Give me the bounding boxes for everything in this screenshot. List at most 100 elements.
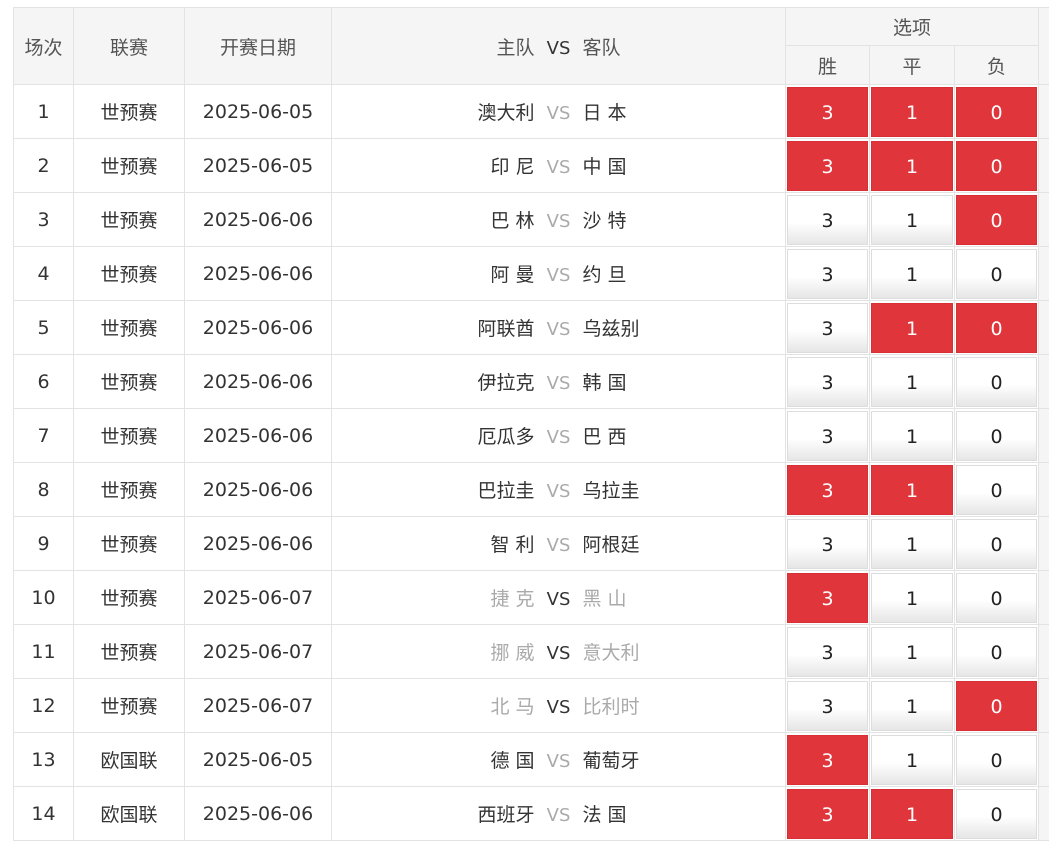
option-lose-cell: 0 [953,462,1040,517]
option-win-button[interactable]: 3 [787,788,868,839]
row-spacer [1038,84,1049,139]
match-date: 2025-06-06 [184,192,332,247]
row-spacer [1038,138,1049,193]
option-draw-button[interactable]: 1 [871,734,953,785]
table-row: 6 世预赛 2025-06-06 伊拉克 VS 韩 国 310 [13,354,1049,409]
option-draw-cell: 1 [869,678,955,733]
header-spacer [1038,7,1049,85]
option-lose-button[interactable]: 0 [956,464,1038,515]
option-lose-button[interactable]: 0 [956,410,1038,461]
match-index: 5 [13,300,74,355]
option-draw-button[interactable]: 1 [871,194,953,245]
league-name: 世预赛 [73,570,185,625]
option-win-button[interactable]: 3 [787,572,868,623]
row-spacer [1038,570,1049,625]
option-win-button[interactable]: 3 [787,734,868,785]
home-team: 西班牙 [477,804,535,826]
option-draw-cell: 1 [869,462,955,517]
match-date: 2025-06-06 [184,354,332,409]
option-lose-button[interactable]: 0 [956,194,1038,245]
match-teams: 印 尼 VS 中 国 [331,138,786,193]
option-draw-button[interactable]: 1 [871,248,953,299]
header-draw: 平 [869,45,955,85]
option-win-button[interactable]: 3 [787,302,868,353]
option-lose-button[interactable]: 0 [956,356,1038,407]
option-draw-button[interactable]: 1 [871,86,953,137]
option-lose-button[interactable]: 0 [956,518,1038,569]
table-row: 5 世预赛 2025-06-06 阿联酋 VS 乌兹别 3 1 0 [13,300,1049,355]
row-spacer [1038,300,1049,355]
table-row: 1 世预赛 2025-06-05 澳大利 VS 日 本310 [13,84,1049,139]
option-win-button[interactable]: 3 [787,248,868,299]
match-teams: 澳大利 VS 日 本 [331,84,786,139]
table-row: 7 世预赛 2025-06-06 厄瓜多 VS 巴 西 310 [13,408,1049,463]
match-index: 11 [13,624,74,679]
option-draw-cell: 1 [869,516,955,571]
league-name: 世预赛 [73,246,185,301]
table-row: 9 世预赛 2025-06-06 智 利 VS 阿根廷 3 1 0 [13,516,1049,571]
option-win-button[interactable]: 3 [787,140,868,191]
league-name: 世预赛 [73,408,185,463]
option-draw-button[interactable]: 1 [871,464,953,515]
option-lose-button[interactable]: 0 [956,86,1038,137]
option-win-button[interactable]: 3 [787,86,868,137]
option-win-button[interactable]: 3 [787,680,868,731]
match-index: 14 [13,786,74,841]
option-lose-cell: 0 [953,354,1040,409]
home-team: 澳大利 [477,102,535,124]
match-table: 场次 联赛 开赛日期 主队 VS 客队 选项 胜 平 负 1 世预赛 2025-06-0… [13,7,1049,841]
home-team: 挪 威 [490,642,535,664]
match-index: 1 [13,84,74,139]
option-win-button[interactable]: 3 [787,194,868,245]
home-team: 智 利 [490,534,535,556]
option-draw-button[interactable]: 1 [871,572,953,623]
option-draw-button[interactable]: 1 [871,410,953,461]
option-win-button[interactable]: 3 [787,626,868,677]
option-lose-button[interactable]: 0 [956,140,1038,191]
option-lose-button[interactable]: 0 [956,626,1038,677]
option-draw-button[interactable]: 1 [871,788,953,839]
league-name: 欧国联 [73,732,185,787]
option-win-button[interactable]: 3 [787,356,868,407]
match-date: 2025-06-07 [184,570,332,625]
header-date: 开赛日期 [184,7,332,85]
header-vs: VS [546,37,571,59]
home-team: 巴拉圭 [477,480,535,502]
option-draw-button[interactable]: 1 [871,140,953,191]
match-teams: 厄瓜多 VS 巴 西 [331,408,786,463]
option-lose-cell: 0 [953,732,1040,787]
match-date: 2025-06-05 [184,138,332,193]
option-win-cell: 3 [785,624,870,679]
match-teams: 智 利 VS 阿根廷 [331,516,786,571]
home-team: 印 尼 [490,156,535,178]
home-team: 捷 克 [490,588,535,610]
option-lose-button[interactable]: 0 [956,572,1038,623]
option-lose-cell: 0 [953,138,1040,193]
option-lose-button[interactable]: 0 [956,788,1038,839]
option-draw-button[interactable]: 1 [871,302,953,353]
option-win-button[interactable]: 3 [787,518,868,569]
vs-label: VS [546,697,571,718]
option-draw-button[interactable]: 1 [871,356,953,407]
option-win-button[interactable]: 3 [787,410,868,461]
option-lose-button[interactable]: 0 [956,680,1038,731]
option-lose-button[interactable]: 0 [956,302,1038,353]
option-lose-button[interactable]: 0 [956,248,1038,299]
option-draw-button[interactable]: 1 [871,680,953,731]
vs-label: VS [546,211,571,232]
option-draw-button[interactable]: 1 [871,518,953,569]
option-draw-button[interactable]: 1 [871,626,953,677]
table-row: 4 世预赛 2025-06-06 阿 曼 VS 约 旦 310 [13,246,1049,301]
vs-label: VS [546,751,571,772]
league-name: 世预赛 [73,300,185,355]
option-draw-cell: 1 [869,732,955,787]
away-team: 韩 国 [582,372,627,394]
option-win-button[interactable]: 3 [787,464,868,515]
option-lose-button[interactable]: 0 [956,734,1038,785]
vs-label: VS [546,427,571,448]
match-teams: 西班牙 VS 法 国 [331,786,786,841]
header-options: 选项 [784,7,1040,46]
match-teams: 巴拉圭 VS 乌拉圭 [331,462,786,517]
table-row: 2 世预赛 2025-06-05 印 尼 VS 中 国 310 [13,138,1049,193]
option-draw-cell: 1 [869,786,955,841]
